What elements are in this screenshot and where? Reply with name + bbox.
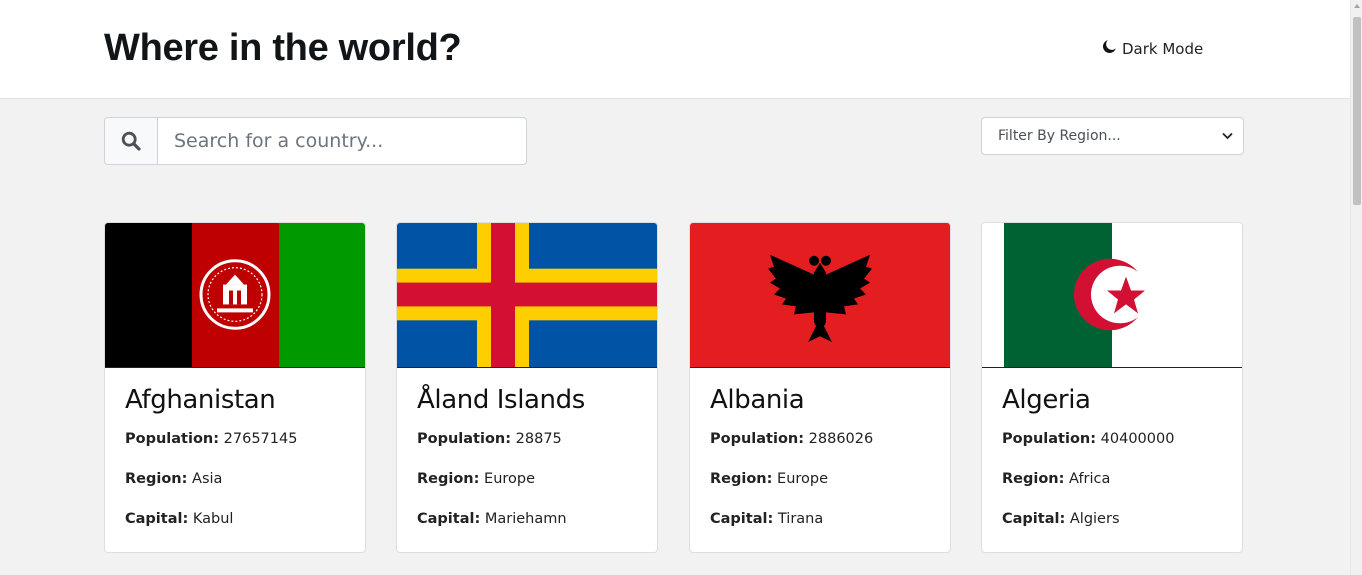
region-row: Region: Europe [417,471,535,487]
population-value: 28875 [515,431,562,447]
population-row: Population: 28875 [417,431,562,447]
region-value: Europe [484,471,536,487]
search-box [104,117,527,165]
page-title: Where in the world? [104,27,462,69]
search-icon[interactable] [105,118,158,164]
country-card[interactable]: Åland Islands Population: 28875 Region: … [396,222,658,553]
country-name: Afghanistan [125,385,276,415]
region-filter-select[interactable]: Filter By Region... [981,117,1244,155]
chevron-down-icon [1222,128,1233,144]
region-value: Europe [777,471,829,487]
scroll-up-icon[interactable] [1354,4,1360,8]
region-label: Region: [417,471,480,487]
capital-row: Capital: Tirana [710,511,823,527]
region-row: Region: Africa [1002,471,1110,487]
moon-icon [1102,39,1117,58]
capital-value: Kabul [192,511,234,527]
region-label: Region: [710,471,773,487]
population-row: Population: 27657145 [125,431,297,447]
capital-row: Capital: Kabul [125,511,233,527]
aland-flag [397,223,657,368]
population-label: Population: [125,431,220,447]
region-label: Region: [1002,471,1065,487]
capital-value: Mariehamn [484,511,567,527]
population-value: 2886026 [808,431,874,447]
vertical-scrollbar[interactable] [1350,0,1362,575]
population-value: 27657145 [223,431,298,447]
region-filter-value: Filter By Region... [998,128,1121,144]
top-header: Where in the world? Dark Mode [0,0,1350,99]
region-value: Africa [1069,471,1111,487]
population-row: Population: 2886026 [710,431,873,447]
search-input[interactable] [158,118,526,164]
capital-value: Tirana [777,511,824,527]
region-label: Region: [125,471,188,487]
scrollbar-thumb[interactable] [1353,17,1361,205]
country-card[interactable]: Afghanistan Population: 27657145 Region:… [104,222,366,553]
country-card[interactable]: Albania Population: 2886026 Region: Euro… [689,222,951,553]
dark-mode-label: Dark Mode [1122,39,1204,58]
population-label: Population: [417,431,512,447]
country-name: Albania [710,385,805,415]
capital-row: Capital: Mariehamn [417,511,567,527]
capital-value: Algiers [1069,511,1120,527]
population-label: Population: [1002,431,1097,447]
capital-label: Capital: [417,511,481,527]
population-label: Population: [710,431,805,447]
region-row: Region: Asia [125,471,222,487]
capital-label: Capital: [710,511,774,527]
population-row: Population: 40400000 [1002,431,1174,447]
afghanistan-flag [105,223,365,368]
country-name: Åland Islands [417,385,585,415]
albania-flag [690,223,950,368]
country-card[interactable]: Algeria Population: 40400000 Region: Afr… [981,222,1243,553]
country-name: Algeria [1002,385,1091,415]
algeria-flag [982,223,1242,368]
region-value: Asia [192,471,223,487]
region-row: Region: Europe [710,471,828,487]
dark-mode-toggle[interactable]: Dark Mode [1102,39,1203,58]
capital-label: Capital: [125,511,189,527]
population-value: 40400000 [1100,431,1175,447]
capital-label: Capital: [1002,511,1066,527]
capital-row: Capital: Algiers [1002,511,1120,527]
